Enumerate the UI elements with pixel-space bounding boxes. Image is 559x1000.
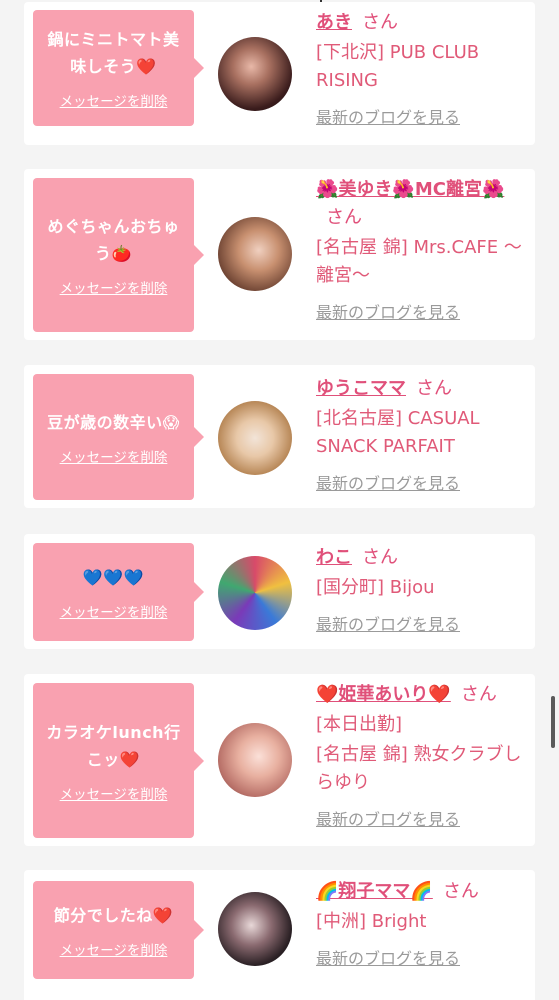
delete-message-link[interactable]: メッセージを削除 — [60, 446, 168, 466]
message-text: 鍋にミニトマト美味しそう❤️ — [47, 30, 180, 76]
latest-blog-link[interactable]: 最新のブログを見る — [316, 809, 460, 831]
avatar[interactable] — [218, 892, 292, 966]
message-text: 💙💙💙 — [82, 567, 145, 587]
delete-message-link[interactable]: メッセージを削除 — [60, 90, 168, 110]
message-bubble: 節分でしたね❤️ メッセージを削除 — [33, 881, 204, 979]
delete-message-link[interactable]: メッセージを削除 — [60, 783, 168, 803]
profile-info: あき さん [下北沢] PUB CLUB RISING 最新のブログを見る — [316, 9, 528, 129]
honorific: さん — [362, 12, 398, 33]
message-bubble: 豆が歳の数辛い😱 メッセージを削除 — [33, 374, 204, 500]
avatar[interactable] — [218, 401, 292, 475]
shop-label: [中洲] Bright — [316, 911, 427, 932]
honorific: さん — [416, 378, 452, 399]
profile-info: ❤️姫華あいり❤️ さん [本日出勤] [名古屋 錦] 熟女クラブしらゆり 最新の… — [316, 681, 528, 831]
shop-label: [下北沢] PUB CLUB RISING — [316, 42, 480, 91]
delete-message-link[interactable]: メッセージを削除 — [60, 939, 168, 959]
honorific: さん — [362, 547, 398, 568]
profile-name-link[interactable]: ❤️姫華あいり❤️ — [316, 684, 451, 705]
latest-blog-link[interactable]: 最新のブログを見る — [316, 948, 460, 970]
message-bubble: 💙💙💙 メッセージを削除 — [33, 543, 204, 641]
message-text: 豆が歳の数辛い😱 — [47, 412, 180, 432]
message-card: 鍋にミニトマト美味しそう❤️ メッセージを削除 あき さん [下北沢] PUB C… — [24, 2, 535, 145]
profile-name-link[interactable]: ゆうこママ — [316, 378, 406, 399]
profile-name-link[interactable]: わこ — [316, 547, 352, 568]
avatar[interactable] — [218, 37, 292, 111]
shop-label: [北名古屋] CASUAL SNACK PARFAIT — [316, 408, 480, 457]
message-text: 節分でしたね❤️ — [53, 905, 174, 925]
message-card: 節分でしたね❤️ メッセージを削除 🌈翔子ママ🌈 さん [中洲] Bright 最… — [24, 870, 535, 1000]
profile-name-link[interactable]: あき — [316, 12, 352, 33]
message-card: カラオケlunch行こッ❤️ メッセージを削除 ❤️姫華あいり❤️ さん [本日出… — [24, 674, 535, 846]
profile-info: 🌺美ゆき🌺MC離宮🌺 さん [名古屋 錦] Mrs.CAFE ～離宮～ 最新のブロ… — [316, 176, 528, 324]
avatar[interactable] — [218, 556, 292, 630]
message-bubble: 鍋にミニトマト美味しそう❤️ メッセージを削除 — [33, 10, 204, 126]
profile-info: わこ さん [国分町] Bijou 最新のブログを見る — [316, 544, 528, 636]
avatar[interactable] — [218, 723, 292, 797]
shop-label: [国分町] Bijou — [316, 577, 435, 598]
latest-blog-link[interactable]: 最新のブログを見る — [316, 614, 460, 636]
delete-message-link[interactable]: メッセージを削除 — [60, 601, 168, 621]
message-card: 💙💙💙 メッセージを削除 わこ さん [国分町] Bijou 最新のブログを見る — [24, 534, 535, 649]
profile-info: 🌈翔子ママ🌈 さん [中洲] Bright 最新のブログを見る — [316, 878, 528, 970]
shop-label: [名古屋 錦] 熟女クラブしらゆり — [316, 744, 522, 793]
latest-blog-link[interactable]: 最新のブログを見る — [316, 302, 460, 324]
message-bubble: めぐちゃんおちゅう🍅 メッセージを削除 — [33, 178, 204, 332]
message-text: めぐちゃんおちゅう🍅 — [47, 217, 180, 263]
honorific: さん — [326, 207, 362, 228]
profile-name-link[interactable]: 🌈翔子ママ🌈 — [316, 881, 433, 902]
message-bubble: カラオケlunch行こッ❤️ メッセージを削除 — [33, 683, 204, 838]
status-label: [本日出勤] — [316, 714, 403, 735]
honorific: さん — [460, 684, 497, 705]
latest-blog-link[interactable]: 最新のブログを見る — [316, 107, 460, 129]
latest-blog-link[interactable]: 最新のブログを見る — [316, 473, 460, 495]
honorific: さん — [442, 881, 479, 902]
message-card: めぐちゃんおちゅう🍅 メッセージを削除 🌺美ゆき🌺MC離宮🌺 さん [名古屋 錦]… — [24, 169, 535, 340]
scrollbar[interactable] — [551, 696, 555, 748]
profile-name-link[interactable]: 🌺美ゆき🌺MC離宮🌺 — [316, 179, 504, 200]
delete-message-link[interactable]: メッセージを削除 — [60, 277, 168, 297]
shop-label: [名古屋 錦] Mrs.CAFE ～離宮～ — [316, 237, 522, 286]
message-card: 豆が歳の数辛い😱 メッセージを削除 ゆうこママ さん [北名古屋] CASUAL … — [24, 365, 535, 508]
message-text: カラオケlunch行こッ❤️ — [46, 722, 181, 769]
avatar[interactable] — [218, 217, 292, 291]
profile-info: ゆうこママ さん [北名古屋] CASUAL SNACK PARFAIT 最新のブ… — [316, 375, 528, 495]
